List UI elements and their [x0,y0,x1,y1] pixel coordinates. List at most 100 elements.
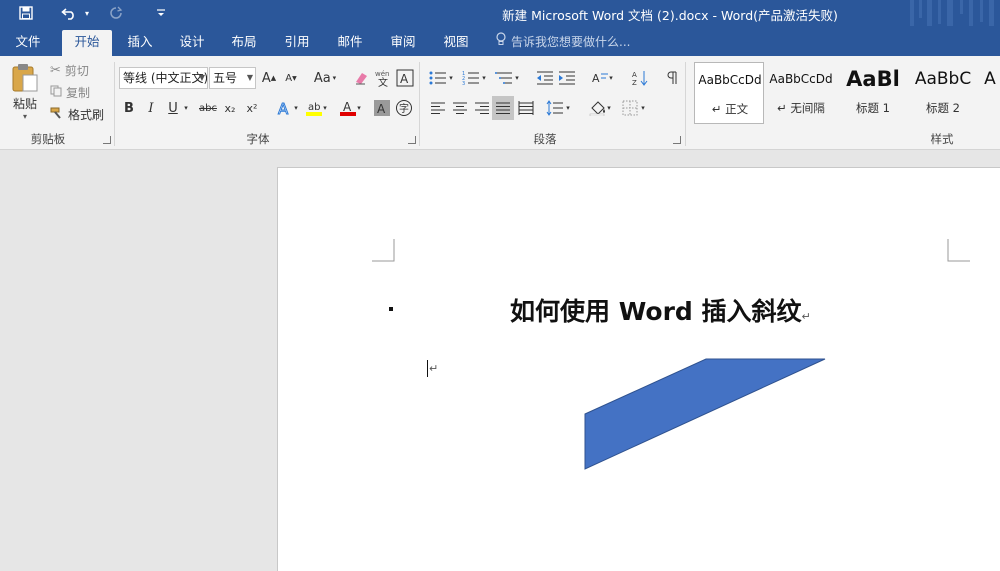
undo-dropdown-icon[interactable]: ▾ [82,0,92,26]
tab-review[interactable]: 审阅 [381,30,425,56]
asian-layout-dropdown-icon[interactable]: ▾ [606,68,616,88]
style-name: ↵ 无间隔 [777,101,825,115]
top-left-margin-mark [372,239,395,262]
italic-button[interactable]: I [141,98,161,118]
style-heading-2[interactable]: AaBbC 标题 2 [908,62,978,124]
character-border-icon[interactable]: A [395,68,415,88]
paste-icon [12,64,38,92]
style-preview: AaBl [846,67,900,91]
redo-icon[interactable] [105,0,127,26]
underline-button[interactable]: U [163,98,183,118]
sort-icon[interactable]: AZ [630,68,650,88]
copy-label: 复制 [66,85,91,100]
strikethrough-button[interactable]: abc [196,98,220,118]
borders-icon[interactable] [620,98,640,118]
paragraph-format-marker [389,307,393,311]
tab-home[interactable]: 开始 [62,30,112,56]
align-center-icon[interactable] [450,98,470,118]
style-heading-1[interactable]: AaBl 标题 1 [838,62,908,124]
justify-icon[interactable] [492,96,514,120]
font-size-value: 五号 [213,71,238,85]
change-case-icon: Aa [313,70,331,86]
enclose-characters-icon[interactable]: 字 [394,98,414,118]
character-shading-icon[interactable]: A [372,98,392,118]
line-spacing-icon[interactable] [545,98,565,118]
parallelogram-shape[interactable] [584,358,826,470]
tell-me-box[interactable]: 告诉我您想要做什么... [495,30,630,54]
shading-dropdown-icon[interactable]: ▾ [604,98,614,118]
bullets-icon[interactable] [428,68,448,88]
copy-button[interactable]: 复制 [50,83,90,101]
style-title[interactable]: A [980,62,1000,124]
tab-file[interactable]: 文件 [6,30,50,56]
paintbrush-icon [50,107,64,122]
style-no-spacing[interactable]: AaBbCcDd ↵ 无间隔 [766,62,836,124]
increase-indent-icon[interactable] [557,68,577,88]
style-normal[interactable]: AaBbCcDd ↵ 正文 [694,62,764,124]
svg-text:3: 3 [462,81,465,86]
cut-button[interactable]: ✂ 剪切 [50,61,89,79]
highlight-dropdown-icon[interactable]: ▾ [320,98,330,118]
customize-quick-access-icon[interactable] [152,0,170,26]
subscript-button[interactable]: x₂ [220,98,240,118]
show-formatting-marks-icon[interactable] [662,68,682,88]
paragraph-mark: ↵ [801,310,811,323]
distributed-icon[interactable] [516,98,536,118]
tab-view[interactable]: 视图 [434,30,478,56]
document-heading[interactable]: 如何使用 Word 插入斜纹↵ [510,292,811,328]
align-right-icon[interactable] [472,98,492,118]
style-preview: AaBbCcDd [769,72,833,86]
multilevel-list-icon[interactable] [494,68,514,88]
font-launcher-icon[interactable] [408,136,416,144]
shrink-font-icon: A [285,72,293,84]
numbering-icon[interactable]: 123 [461,68,481,88]
grow-font-button[interactable]: A ▲ [259,68,279,88]
format-painter-label: 格式刷 [68,107,105,122]
change-case-button[interactable]: Aa ▾ [311,68,339,88]
ribbon: 粘贴 ▾ ✂ 剪切 复制 格式刷 剪贴板 等线 (中文正文) ▼ 五号 ▼ A … [0,56,1000,150]
group-divider [419,62,420,146]
text-effects-dropdown-icon[interactable]: ▾ [291,98,301,118]
format-painter-button[interactable]: 格式刷 [50,105,104,123]
svg-text:A: A [592,72,600,85]
document-page[interactable]: 如何使用 Word 插入斜纹↵ ↵ [277,167,1000,571]
group-divider [114,62,115,146]
scissors-icon: ✂ [50,62,61,78]
paste-label: 粘贴 [12,97,37,111]
font-color-dropdown-icon[interactable]: ▾ [354,98,364,118]
save-icon[interactable] [14,0,38,26]
paste-button[interactable]: 粘贴 ▾ [8,62,42,122]
clear-formatting-icon[interactable] [351,68,371,88]
svg-text:A: A [632,71,637,79]
align-left-icon[interactable] [428,98,448,118]
multilevel-dropdown-icon[interactable]: ▾ [512,68,522,88]
font-size-combo[interactable]: 五号 ▼ [209,67,256,89]
bullets-dropdown-icon[interactable]: ▾ [446,68,456,88]
svg-text:文: 文 [378,76,388,87]
styles-group-label: 样式 [930,132,954,146]
line-spacing-dropdown-icon[interactable]: ▾ [563,98,573,118]
phonetic-guide-icon[interactable]: wén 文 [373,68,393,88]
document-canvas: 如何使用 Word 插入斜纹↵ ↵ [0,150,1000,571]
underline-dropdown-icon[interactable]: ▾ [181,98,191,118]
bold-button[interactable]: B [119,98,139,118]
style-preview: A [984,69,996,89]
decrease-indent-icon[interactable] [535,68,555,88]
lightbulb-icon [495,30,507,54]
tab-references[interactable]: 引用 [275,30,319,56]
font-name-combo[interactable]: 等线 (中文正文) ▼ [119,67,208,89]
numbering-dropdown-icon[interactable]: ▾ [479,68,489,88]
tab-mailings[interactable]: 邮件 [328,30,372,56]
style-name: 标题 2 [926,101,960,115]
borders-dropdown-icon[interactable]: ▾ [638,98,648,118]
heading-text: 如何使用 Word 插入斜纹 [510,297,802,326]
styles-gallery: AaBbCcDd ↵ 正文 AaBbCcDd ↵ 无间隔 AaBl 标题 1 A… [690,62,1000,126]
superscript-button[interactable]: x² [242,98,262,118]
undo-icon[interactable] [58,0,80,26]
tab-layout[interactable]: 布局 [222,30,266,56]
tab-insert[interactable]: 插入 [118,30,162,56]
paragraph-launcher-icon[interactable] [673,136,681,144]
clipboard-launcher-icon[interactable] [103,136,111,144]
shrink-font-button[interactable]: A ▼ [281,68,301,88]
tab-design[interactable]: 设计 [170,30,214,56]
